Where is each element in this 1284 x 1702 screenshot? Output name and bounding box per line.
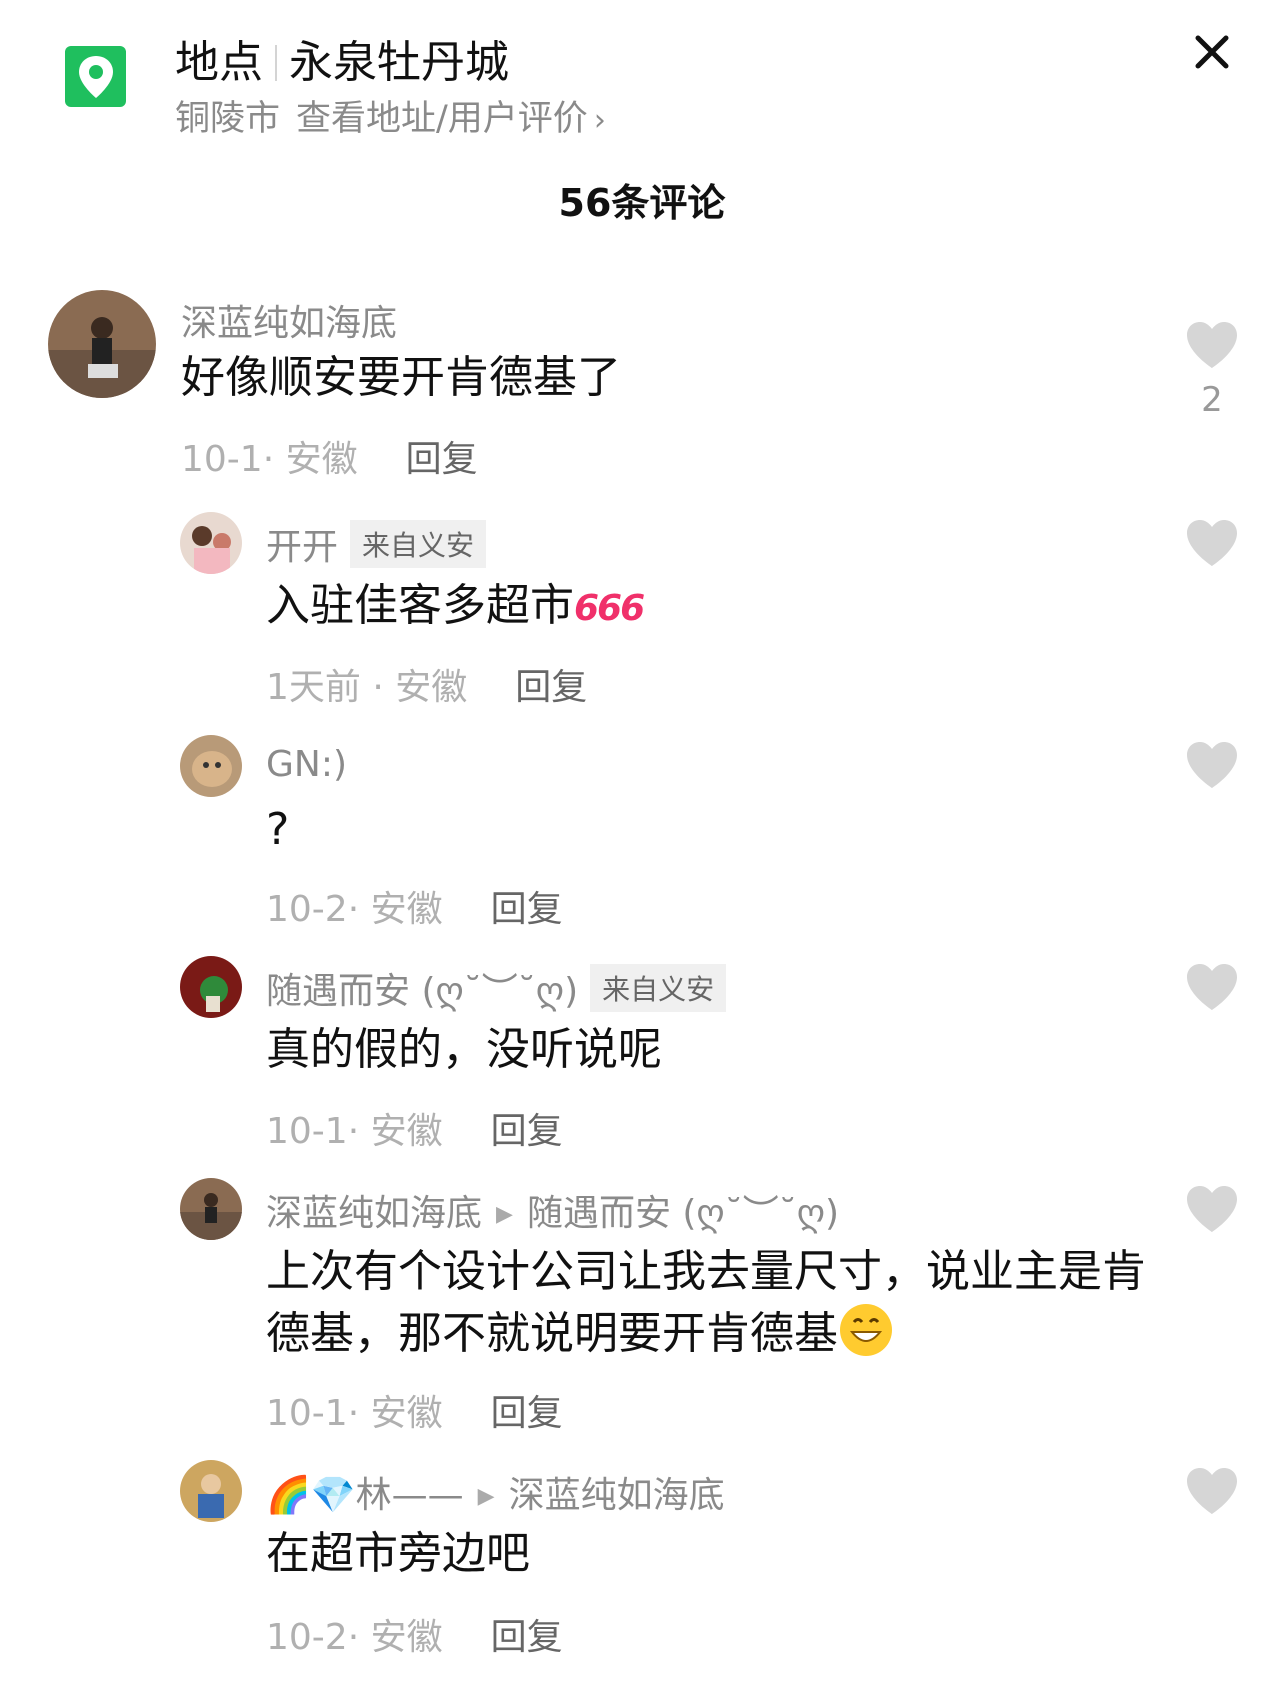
reply-date: 10-2· 安徽 <box>266 889 443 930</box>
reply-to-username[interactable]: 随遇而安 (ღ˘︶˘ღ) <box>527 1193 839 1234</box>
heart-icon <box>1187 964 1237 1010</box>
reply-button[interactable]: 回复 <box>491 889 563 930</box>
reply-text-row: 入驻佳客多超市666 <box>266 576 645 639</box>
heart-icon <box>1187 1186 1237 1232</box>
heart-icon <box>1187 1468 1237 1514</box>
comment-date: 10-1· 安徽 <box>181 439 358 480</box>
avatar[interactable] <box>48 290 156 398</box>
close-button[interactable] <box>1190 30 1234 74</box>
reply-username: 随遇而安 (ღ˘︶˘ღ) 来自义安 <box>266 962 727 1014</box>
reply-text: 真的假的，没听说呢 <box>266 1024 662 1075</box>
username[interactable]: 林—— <box>356 1475 464 1516</box>
reply-username[interactable]: GN:) <box>266 744 347 785</box>
city-name: 铜陵市 <box>175 99 281 139</box>
avatar[interactable] <box>180 1460 242 1522</box>
reply-username: 🌈💎林—— ▶ 深蓝纯如海底 <box>266 1466 725 1518</box>
user-badge-emojis: 🌈💎 <box>266 1475 356 1516</box>
comment-meta: 10-1· 安徽 回复 <box>181 430 478 482</box>
like-button[interactable] <box>1184 740 1240 790</box>
location-tag: 来自义安 <box>350 520 487 568</box>
reply-arrow-icon: ▶ <box>496 1202 513 1227</box>
title-prefix: 地点 <box>175 37 263 88</box>
666-emoji-icon: 666 <box>574 588 645 629</box>
like-button[interactable] <box>1184 1466 1240 1516</box>
comment-username[interactable]: 深蓝纯如海底 <box>181 294 397 346</box>
avatar[interactable] <box>180 1178 242 1240</box>
reply-button[interactable]: 回复 <box>491 1393 563 1434</box>
reply-meta: 10-1· 安徽 回复 <box>266 1384 563 1436</box>
username[interactable]: 随遇而安 (ღ˘︶˘ღ) <box>266 971 578 1012</box>
reply-date: 1天前 · 安徽 <box>266 667 468 708</box>
reply-button[interactable]: 回复 <box>491 1111 563 1152</box>
title-divider <box>275 45 277 81</box>
heart-icon <box>1187 742 1237 788</box>
like-button[interactable] <box>1184 320 1240 370</box>
location-pin-icon[interactable] <box>65 46 126 107</box>
reply-text: 入驻佳客多超市 <box>266 580 574 631</box>
like-button[interactable] <box>1184 962 1240 1012</box>
username[interactable]: 开开 <box>266 527 338 568</box>
like-count: 2 <box>1201 380 1223 420</box>
reply-arrow-icon: ▶ <box>477 1484 495 1509</box>
comment-text: 好像顺安要开肯德基了 <box>181 352 621 403</box>
heart-icon <box>1187 520 1237 566</box>
reply-text-row: 上次有个设计公司让我去量尺寸，说业主是肯德基，那不就说明要开肯德基 <box>266 1242 1146 1364</box>
reply-date: 10-1· 安徽 <box>266 1111 443 1152</box>
reply-button[interactable]: 回复 <box>406 439 478 480</box>
comments-count: 56条评论 <box>558 181 726 225</box>
reply-date: 10-1· 安徽 <box>266 1393 443 1434</box>
reply-username: 开开 来自义安 <box>266 518 487 570</box>
reply-text: 上次有个设计公司让我去量尺寸，说业主是肯德基，那不就说明要开肯德基 <box>266 1246 1146 1359</box>
location-tag: 来自义安 <box>590 964 727 1012</box>
avatar[interactable] <box>180 956 242 1018</box>
reply-to-username[interactable]: 深蓝纯如海底 <box>509 1475 725 1516</box>
place-name: 永泉牡丹城 <box>289 37 509 88</box>
like-button[interactable] <box>1184 1184 1240 1234</box>
location-title[interactable]: 地点 永泉牡丹城 <box>175 26 509 90</box>
reply-button[interactable]: 回复 <box>515 667 587 708</box>
reply-date: 10-2· 安徽 <box>266 1617 443 1658</box>
reply-meta: 1天前 · 安徽 回复 <box>266 658 587 710</box>
username[interactable]: 深蓝纯如海底 <box>266 1193 482 1234</box>
reply-username: 深蓝纯如海底 ▶ 随遇而安 (ღ˘︶˘ღ) <box>266 1184 839 1236</box>
reply-meta: 10-1· 安徽 回复 <box>266 1102 563 1154</box>
heart-icon <box>1187 322 1237 368</box>
close-icon <box>1195 35 1229 69</box>
location-header: 地点 永泉牡丹城 铜陵市 查看地址/用户评价 › <box>0 0 1284 150</box>
reply-text: 在超市旁边吧 <box>266 1528 530 1579</box>
avatar[interactable] <box>180 735 242 797</box>
address-review-link[interactable]: 查看地址/用户评价 <box>296 99 588 139</box>
reply-text: ? <box>266 804 290 855</box>
reply-button[interactable]: 回复 <box>491 1617 563 1658</box>
avatar[interactable] <box>180 512 242 574</box>
chevron-right-icon: › <box>593 103 606 138</box>
grin-emoji-icon <box>838 1302 894 1358</box>
like-button[interactable] <box>1184 518 1240 568</box>
location-subtitle[interactable]: 铜陵市 查看地址/用户评价 › <box>175 90 606 141</box>
reply-meta: 10-2· 安徽 回复 <box>266 1608 563 1660</box>
reply-meta: 10-2· 安徽 回复 <box>266 880 563 932</box>
